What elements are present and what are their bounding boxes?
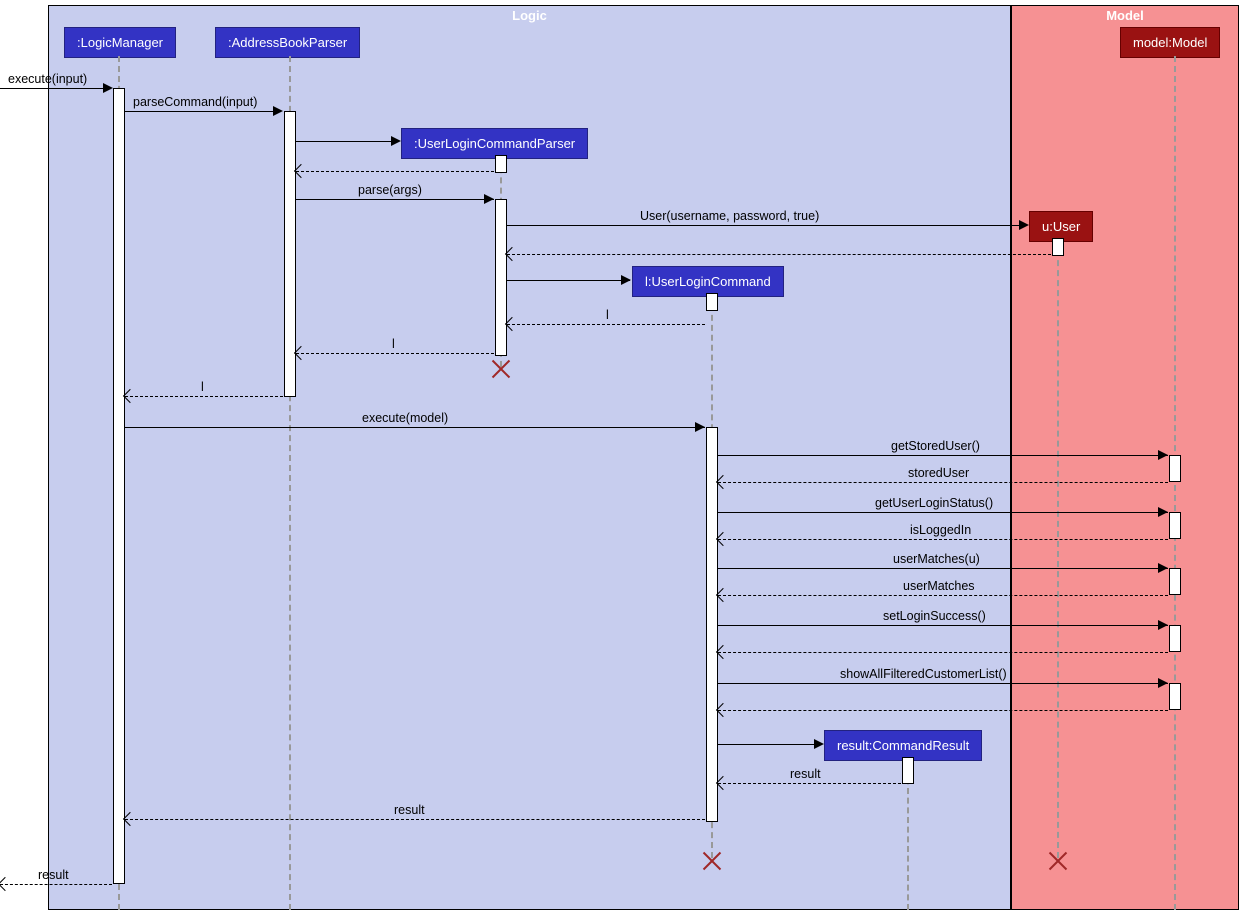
activation-user xyxy=(1052,238,1064,256)
lifeline-model xyxy=(1174,56,1176,910)
msg-stored-user: storedUser xyxy=(908,466,969,480)
arrow-get-login-status xyxy=(1158,507,1168,517)
msg-get-stored-user: getStoredUser() xyxy=(891,439,980,453)
arrow-show-filtered xyxy=(1158,678,1168,688)
line-user-ret xyxy=(507,254,1051,255)
destroy-user xyxy=(1046,848,1070,872)
activation-cr xyxy=(902,757,914,784)
line-create-ulc xyxy=(507,280,630,281)
participant-model: model:Model xyxy=(1120,27,1220,58)
msg-user-ctor: User(username, password, true) xyxy=(640,209,819,223)
arrow-result-ret3 xyxy=(0,877,12,891)
activation-model-5 xyxy=(1169,683,1181,710)
line-is-logged-in xyxy=(718,539,1168,540)
line-ret-l1 xyxy=(507,324,705,325)
activation-ulcp-parse xyxy=(495,199,507,356)
msg-show-filtered: showAllFilteredCustomerList() xyxy=(840,667,1007,681)
line-show-filtered xyxy=(718,683,1168,684)
line-create-cr xyxy=(718,744,822,745)
line-get-stored-user xyxy=(718,455,1168,456)
activation-model-3 xyxy=(1169,568,1181,595)
line-user-ctor xyxy=(507,225,1027,226)
line-set-login-ret xyxy=(718,652,1168,653)
line-user-matches xyxy=(718,568,1168,569)
msg-user-matches-ret: userMatches xyxy=(903,579,975,593)
sequence-diagram: Logic Model :LogicManager :AddressBookPa… xyxy=(0,0,1244,917)
msg-result-ret1: result xyxy=(790,767,821,781)
activation-ulcp-create xyxy=(495,155,507,173)
destroy-ulc xyxy=(700,848,724,872)
activation-ulc-exec xyxy=(706,427,718,822)
msg-result-ret3: result xyxy=(38,868,69,882)
arrow-execute-model xyxy=(695,422,705,432)
line-parse-command xyxy=(125,111,280,112)
activation-model-2 xyxy=(1169,512,1181,539)
line-result-ret1 xyxy=(718,783,901,784)
arrow-create-ulc xyxy=(621,275,631,285)
line-user-matches-ret xyxy=(718,595,1168,596)
activation-model-1 xyxy=(1169,455,1181,482)
container-model: Model xyxy=(1011,5,1239,910)
lifeline-user xyxy=(1057,240,1059,858)
msg-ret-l1: l xyxy=(606,308,609,322)
container-logic-label: Logic xyxy=(512,8,547,23)
destroy-ulcp xyxy=(489,356,513,380)
line-ret-l2a xyxy=(296,353,494,354)
line-parse-args xyxy=(296,199,494,200)
arrow-parse-args xyxy=(484,194,494,204)
line-set-login xyxy=(718,625,1168,626)
arrow-get-stored-user xyxy=(1158,450,1168,460)
msg-ret-l2b: l xyxy=(201,380,204,394)
msg-set-login: setLoginSuccess() xyxy=(883,609,986,623)
line-get-login-status xyxy=(718,512,1168,513)
activation-model-4 xyxy=(1169,625,1181,652)
line-result-ret2 xyxy=(125,819,705,820)
msg-execute-model: execute(model) xyxy=(362,411,448,425)
msg-ret-l2: l xyxy=(392,337,395,351)
line-ret-l2b xyxy=(125,396,283,397)
line-execute-input xyxy=(0,88,110,89)
msg-result-ret2: result xyxy=(394,803,425,817)
msg-is-logged-in: isLoggedIn xyxy=(910,523,971,537)
msg-get-login-status: getUserLoginStatus() xyxy=(875,496,993,510)
container-model-label: Model xyxy=(1106,8,1144,23)
line-show-filtered-ret xyxy=(718,710,1168,711)
arrow-set-login xyxy=(1158,620,1168,630)
msg-user-matches: userMatches(u) xyxy=(893,552,980,566)
msg-parse-args: parse(args) xyxy=(358,183,422,197)
msg-parse-command: parseCommand(input) xyxy=(133,95,257,109)
arrow-create-ulcp xyxy=(391,136,401,146)
line-stored-user xyxy=(718,482,1168,483)
participant-address-book-parser: :AddressBookParser xyxy=(215,27,360,58)
arrow-user-matches xyxy=(1158,563,1168,573)
line-result-ret3 xyxy=(0,884,112,885)
msg-execute-input: execute(input) xyxy=(8,72,87,86)
participant-logic-manager: :LogicManager xyxy=(64,27,176,58)
line-create-ulcp xyxy=(296,141,399,142)
line-execute-model xyxy=(125,427,705,428)
arrow-execute-input xyxy=(103,83,113,93)
activation-ulc-create xyxy=(706,293,718,311)
line-ret-ulcp xyxy=(296,171,494,172)
arrow-create-cr xyxy=(814,739,824,749)
arrow-parse-command xyxy=(273,106,283,116)
activation-logic-manager xyxy=(113,88,125,884)
arrow-user-ctor xyxy=(1019,220,1029,230)
